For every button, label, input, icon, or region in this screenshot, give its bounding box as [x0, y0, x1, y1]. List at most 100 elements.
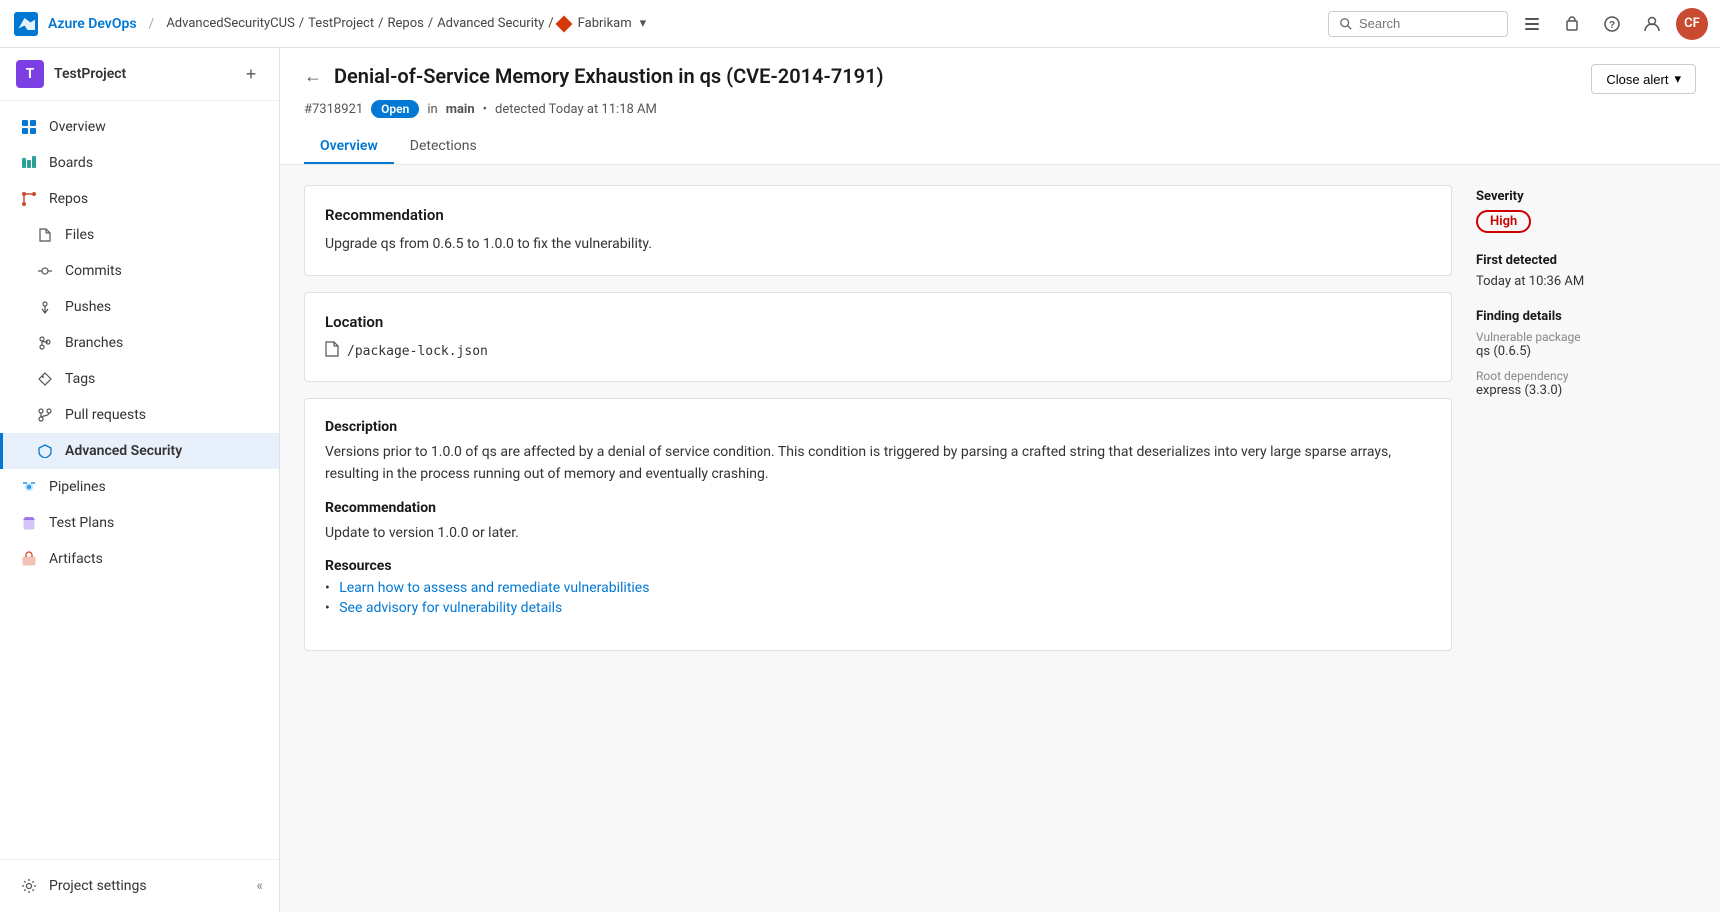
- location-card-title: Location: [325, 313, 1431, 331]
- repos-icon: [19, 189, 39, 209]
- vulnerable-package-label: Vulnerable package: [1476, 330, 1696, 344]
- breadcrumb-fabrikam[interactable]: Fabrikam ▾: [558, 16, 647, 31]
- add-project-button[interactable]: +: [239, 62, 263, 86]
- sidebar-item-test-plans[interactable]: Test Plans: [0, 505, 279, 541]
- resources-title: Resources: [325, 558, 1431, 574]
- search-input[interactable]: [1359, 16, 1497, 31]
- alert-id: #7318921: [304, 102, 363, 117]
- sidebar-item-files[interactable]: Files: [0, 217, 279, 253]
- sidebar-item-tags[interactable]: Tags: [0, 361, 279, 397]
- sidebar-item-advanced-security[interactable]: Advanced Security: [0, 433, 279, 469]
- breadcrumb-org[interactable]: AdvancedSecurityCUS: [166, 16, 294, 31]
- file-icon: [325, 341, 339, 361]
- collapse-icon[interactable]: «: [256, 878, 263, 894]
- cart-icon-btn[interactable]: [1556, 8, 1588, 40]
- resource-link-1[interactable]: Learn how to assess and remediate vulner…: [339, 580, 649, 596]
- severity-section: Severity High: [1476, 189, 1696, 233]
- pull-requests-icon: [35, 405, 55, 425]
- user-icon: [1643, 15, 1661, 33]
- recommendation-card: Recommendation Upgrade qs from 0.6.5 to …: [304, 185, 1452, 276]
- breadcrumb-advanced-security[interactable]: Advanced Security: [437, 16, 544, 31]
- alert-detected: detected Today at 11:18 AM: [495, 102, 657, 117]
- resources-section: Resources Learn how to assess and remedi…: [325, 558, 1431, 616]
- main-cards: Recommendation Upgrade qs from 0.6.5 to …: [304, 185, 1452, 651]
- vulnerable-package-value: qs (0.6.5): [1476, 344, 1696, 359]
- file-path: /package-lock.json: [347, 344, 488, 359]
- breadcrumb-repos[interactable]: Repos: [388, 16, 424, 31]
- close-alert-button[interactable]: Close alert ▾: [1591, 64, 1696, 94]
- alert-status-badge: Open: [371, 100, 419, 118]
- user-icon-btn[interactable]: [1636, 8, 1668, 40]
- branches-icon: [35, 333, 55, 353]
- test-plans-icon: [19, 513, 39, 533]
- project-name: TestProject: [54, 66, 229, 82]
- search-box[interactable]: [1328, 11, 1508, 37]
- sidebar-item-artifacts[interactable]: Artifacts: [0, 541, 279, 577]
- artifacts-icon: [19, 549, 39, 569]
- help-icon-btn[interactable]: ?: [1596, 8, 1628, 40]
- inner-recommendation-title: Recommendation: [325, 500, 1431, 516]
- chevron-down-icon: ▾: [1674, 71, 1681, 87]
- sidebar-item-commits[interactable]: Commits: [0, 253, 279, 289]
- first-detected-section: First detected Today at 10:36 AM: [1476, 253, 1696, 289]
- layout: T TestProject + Overview Boards: [0, 48, 1720, 912]
- description-body: Versions prior to 1.0.0 of qs are affect…: [325, 441, 1431, 486]
- sidebar-item-pull-requests[interactable]: Pull requests: [0, 397, 279, 433]
- alert-title: Denial-of-Service Memory Exhaustion in q…: [334, 64, 884, 88]
- project-icon: T: [16, 60, 44, 88]
- breadcrumb-sep-1: /: [149, 16, 155, 32]
- sidebar-item-pushes[interactable]: Pushes: [0, 289, 279, 325]
- breadcrumb: AdvancedSecurityCUS / TestProject / Repo…: [166, 16, 646, 31]
- fabrikam-diamond-icon: [555, 15, 572, 32]
- alert-branch: main: [446, 102, 475, 117]
- description-title: Description: [325, 419, 1431, 435]
- resources-list: Learn how to assess and remediate vulner…: [325, 580, 1431, 616]
- list-icon: [1523, 15, 1541, 33]
- severity-label: Severity: [1476, 189, 1696, 204]
- sidebar: T TestProject + Overview Boards: [0, 48, 280, 912]
- sidebar-item-boards[interactable]: Boards: [0, 145, 279, 181]
- description-section: Description Versions prior to 1.0.0 of q…: [325, 419, 1431, 486]
- finding-details-label: Finding details: [1476, 309, 1696, 324]
- recommendation-card-title: Recommendation: [325, 206, 1431, 224]
- root-dependency-value: express (3.3.0): [1476, 383, 1696, 398]
- resource-link-2[interactable]: See advisory for vulnerability details: [339, 600, 562, 616]
- first-detected-value: Today at 10:36 AM: [1476, 274, 1696, 289]
- shield-icon: [35, 441, 55, 461]
- sidebar-item-pipelines[interactable]: Pipelines: [0, 469, 279, 505]
- file-item: /package-lock.json: [325, 341, 1431, 361]
- content-header: ← Denial-of-Service Memory Exhaustion in…: [280, 48, 1720, 165]
- svg-text:?: ?: [1609, 20, 1615, 31]
- back-button[interactable]: ←: [304, 66, 322, 87]
- shopping-bag-icon: [1563, 15, 1581, 33]
- tab-overview[interactable]: Overview: [304, 130, 394, 164]
- boards-icon: [19, 153, 39, 173]
- first-detected-label: First detected: [1476, 253, 1696, 268]
- sidebar-nav: Overview Boards Repos File: [0, 101, 279, 585]
- sidebar-item-branches[interactable]: Branches: [0, 325, 279, 361]
- sidebar-item-project-settings[interactable]: Project settings «: [0, 868, 279, 904]
- sidebar-item-repos[interactable]: Repos: [0, 181, 279, 217]
- finding-details-section: Finding details Vulnerable package qs (0…: [1476, 309, 1696, 398]
- tab-detections[interactable]: Detections: [394, 130, 493, 164]
- inner-recommendation-text: Update to version 1.0.0 or later.: [325, 522, 1431, 544]
- resource-item-1: Learn how to assess and remediate vulner…: [325, 580, 1431, 596]
- breadcrumb-project[interactable]: TestProject: [308, 16, 374, 31]
- inner-recommendation-section: Recommendation Update to version 1.0.0 o…: [325, 500, 1431, 544]
- sidebar-header: T TestProject +: [0, 48, 279, 101]
- main-content: ← Denial-of-Service Memory Exhaustion in…: [280, 48, 1720, 912]
- alert-title-row: ← Denial-of-Service Memory Exhaustion in…: [304, 64, 1696, 94]
- pushes-icon: [35, 297, 55, 317]
- files-icon: [35, 225, 55, 245]
- chevron-down-icon: ▾: [640, 16, 647, 31]
- recommendation-text: Upgrade qs from 0.6.5 to 1.0.0 to fix th…: [325, 234, 1431, 255]
- sidebar-item-overview[interactable]: Overview: [0, 109, 279, 145]
- search-icon: [1339, 16, 1353, 32]
- brand-label: Azure DevOps: [48, 16, 137, 32]
- avatar[interactable]: CF: [1676, 8, 1708, 40]
- severity-badge: High: [1476, 210, 1531, 233]
- tabs: Overview Detections: [304, 130, 1696, 164]
- settings-list-icon-btn[interactable]: [1516, 8, 1548, 40]
- overview-icon: [19, 117, 39, 137]
- description-card: Description Versions prior to 1.0.0 of q…: [304, 398, 1452, 651]
